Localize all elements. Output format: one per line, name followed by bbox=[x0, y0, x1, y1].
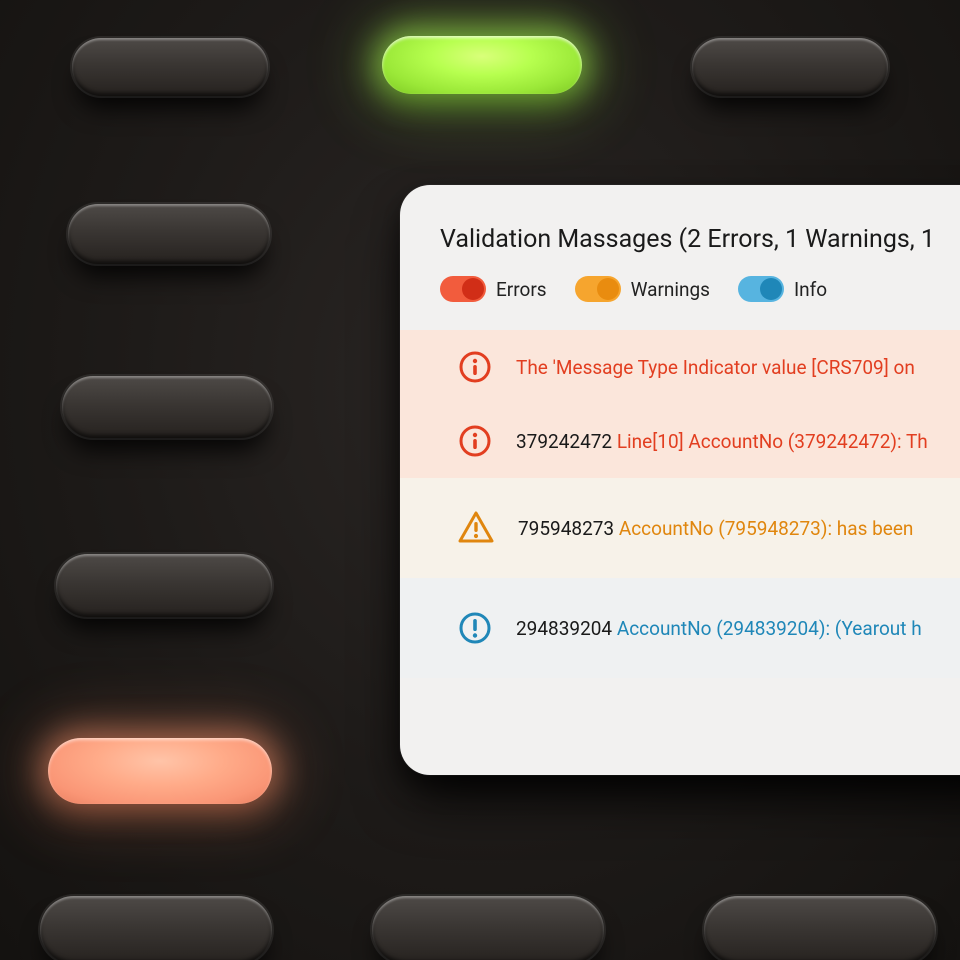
message-text: 795948273 AccountNo (795948273): has bee… bbox=[518, 517, 960, 540]
bg-pill bbox=[704, 896, 936, 960]
filter-toggles: Errors Warnings Info bbox=[440, 276, 960, 302]
message-text: The 'Message Type Indicator value [CRS70… bbox=[516, 356, 960, 379]
toggle-errors-track bbox=[440, 276, 486, 302]
toggle-info-label: Info bbox=[794, 278, 827, 301]
toggle-info-track bbox=[738, 276, 784, 302]
toggle-errors-label: Errors bbox=[496, 278, 547, 301]
panel-title: Validation Massages (2 Errors, 1 Warning… bbox=[440, 225, 960, 254]
message-list: The 'Message Type Indicator value [CRS70… bbox=[400, 330, 960, 678]
toggle-warnings-label: Warnings bbox=[631, 278, 710, 301]
bg-pill bbox=[40, 896, 272, 960]
error-icon bbox=[456, 424, 494, 458]
toggle-info[interactable]: Info bbox=[738, 276, 827, 302]
message-row-warning[interactable]: 795948273 AccountNo (795948273): has bee… bbox=[400, 478, 960, 578]
bg-pill-lit-green bbox=[382, 36, 582, 94]
bg-pill bbox=[68, 204, 270, 264]
bg-pill bbox=[62, 376, 272, 438]
message-row-info[interactable]: 294839204 AccountNo (294839204): (Yearou… bbox=[400, 578, 960, 678]
message-text: 379242472 Line[10] AccountNo (379242472)… bbox=[516, 430, 960, 453]
message-row-error[interactable]: 379242472 Line[10] AccountNo (379242472)… bbox=[400, 404, 960, 478]
bg-pill bbox=[692, 38, 888, 96]
toggle-warnings[interactable]: Warnings bbox=[575, 276, 710, 302]
bg-pill bbox=[372, 896, 604, 960]
message-row-error[interactable]: The 'Message Type Indicator value [CRS70… bbox=[400, 330, 960, 404]
validation-messages-panel: Validation Massages (2 Errors, 1 Warning… bbox=[400, 185, 960, 775]
bg-pill bbox=[72, 38, 268, 96]
toggle-warnings-track bbox=[575, 276, 621, 302]
warning-icon bbox=[456, 508, 496, 548]
bg-pill bbox=[56, 554, 272, 617]
bg-pill-lit-coral bbox=[48, 738, 272, 804]
toggle-errors[interactable]: Errors bbox=[440, 276, 547, 302]
info-icon bbox=[456, 610, 494, 646]
message-text: 294839204 AccountNo (294839204): (Yearou… bbox=[516, 617, 960, 640]
error-icon bbox=[456, 350, 494, 384]
